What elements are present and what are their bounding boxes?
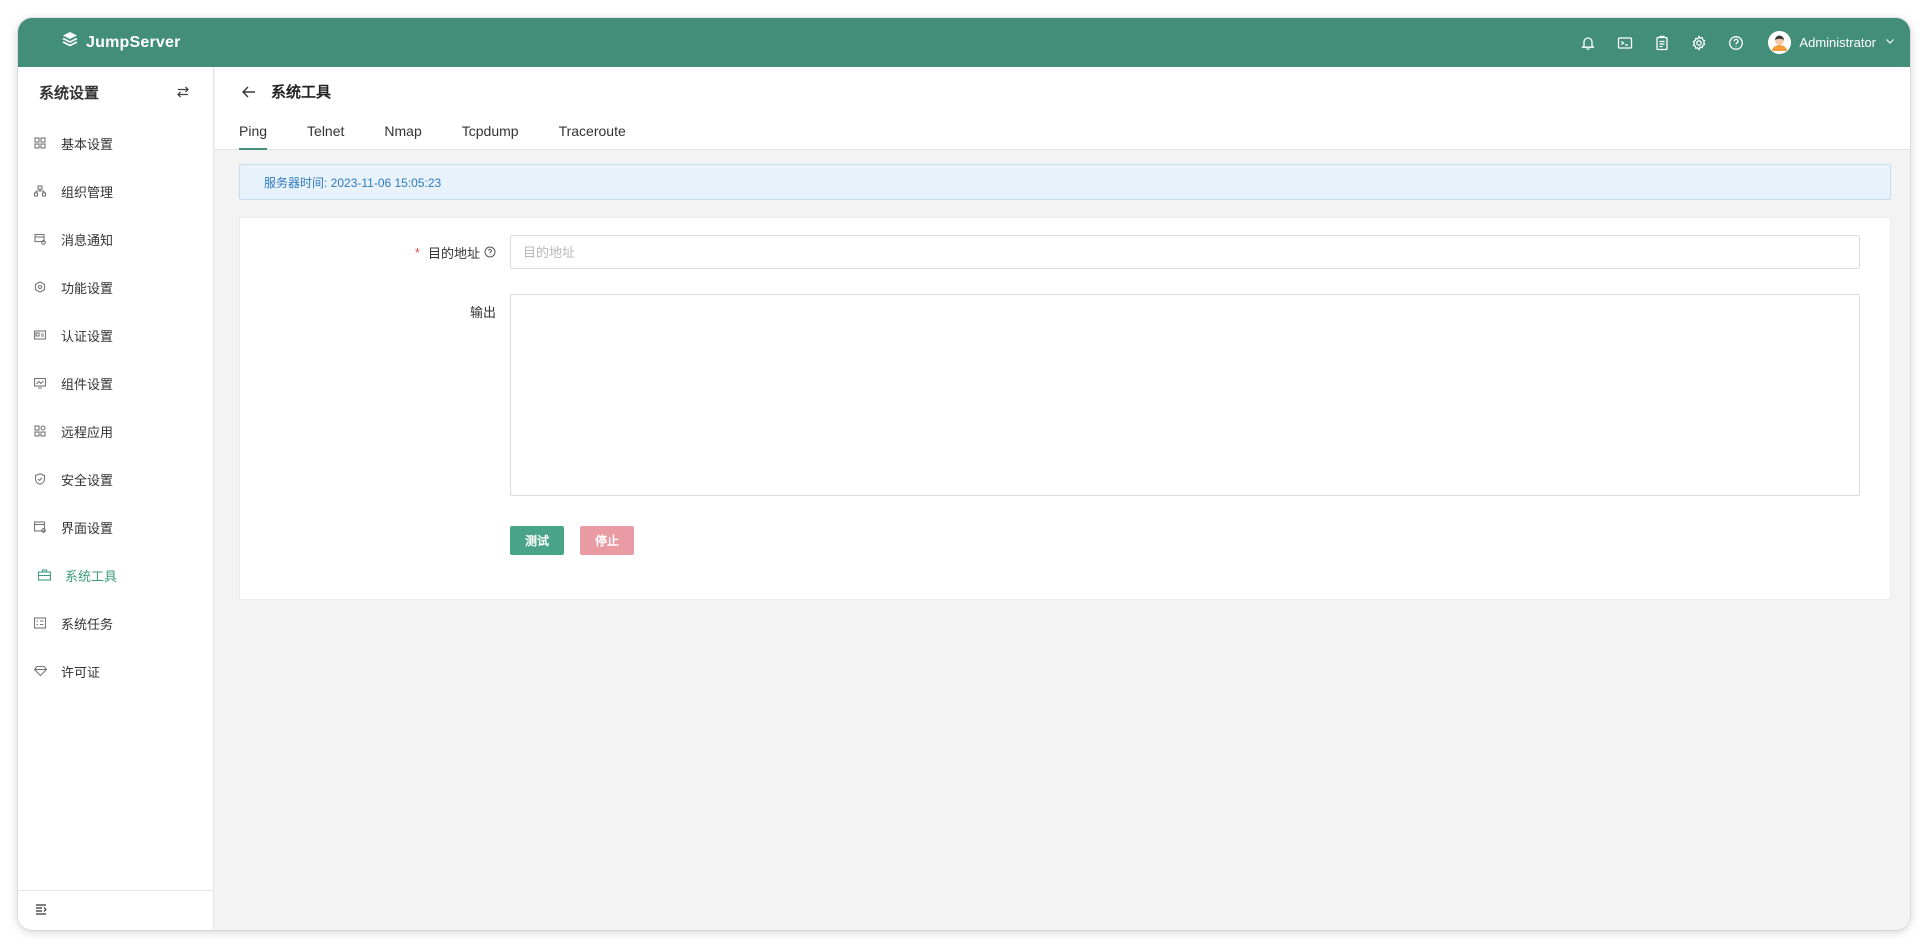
tasks-icon [33,616,47,630]
help-icon[interactable] [1717,18,1754,67]
top-actions: Administrator [1569,18,1896,67]
collapse-menu-icon[interactable] [35,902,47,920]
app-window: JumpServer Administrator 系统设置 基本设置 组织管理 … [18,18,1910,930]
sidebar-item-label: 认证设置 [61,328,114,344]
sidebar-item-label: 系统任务 [61,616,114,632]
shield-icon [33,472,47,486]
terminal-icon[interactable] [1606,18,1643,67]
monitor-icon [33,376,47,390]
sidebar-menu: 基本设置 组织管理 消息通知 功能设置 认证设置 组件设置 远程应用 安全设置 … [18,119,213,695]
sidebar-item-system-tools[interactable]: 系统工具 [18,551,213,599]
tool-tabs: Ping Telnet Nmap Tcpdump Traceroute [239,123,626,150]
dest-address-input[interactable] [510,235,1860,269]
output-label: 输出 [470,294,496,328]
logo-text: JumpServer [86,33,181,51]
dest-address-label: * 目的地址 [415,235,496,269]
org-tree-icon [33,184,47,198]
sidebar-item-label: 界面设置 [61,520,114,536]
logo[interactable]: JumpServer [60,18,181,67]
sidebar-item-label: 功能设置 [61,280,114,296]
sidebar-title: 系统设置 [39,84,100,102]
sidebar: 系统设置 基本设置 组织管理 消息通知 功能设置 认证设置 组件设置 远程应用 … [18,67,214,930]
back-arrow-icon[interactable] [239,83,257,101]
sidebar-item-label: 组织管理 [61,184,114,200]
diamond-icon [33,664,47,678]
sidebar-item-components[interactable]: 组件设置 [18,359,213,407]
dest-address-label-text: 目的地址 [427,245,480,261]
main-content: 系统工具 Ping Telnet Nmap Tcpdump Traceroute… [215,67,1910,930]
sidebar-item-label: 系统工具 [65,568,118,584]
toolbox-icon [37,568,51,582]
user-menu[interactable]: Administrator [1768,31,1896,54]
swap-icon[interactable] [173,82,193,102]
output-label-text: 输出 [469,304,496,320]
sidebar-item-label: 许可证 [61,664,101,680]
clipboard-icon[interactable] [1643,18,1680,67]
grid-icon [33,136,47,150]
page-title: 系统工具 [271,84,332,101]
tab-telnet[interactable]: Telnet [307,123,344,149]
sidebar-header: 系统设置 [18,67,213,117]
sidebar-item-label: 远程应用 [61,424,114,440]
window-icon [33,520,47,534]
stop-button[interactable]: 停止 [580,526,635,555]
tab-traceroute[interactable]: Traceroute [559,123,626,149]
avatar [1768,31,1792,54]
sidebar-item-label: 组件设置 [61,376,114,392]
top-bar: JumpServer Administrator [18,18,1910,67]
tab-nmap[interactable]: Nmap [384,123,421,149]
bell-icon[interactable] [1569,18,1606,67]
dest-address-row: * 目的地址 [240,235,1890,269]
output-textarea[interactable] [510,294,1860,496]
sidebar-item-license[interactable]: 许可证 [18,647,213,695]
sidebar-item-messages[interactable]: 消息通知 [18,215,213,263]
test-button[interactable]: 测试 [510,526,565,555]
tab-tcpdump[interactable]: Tcpdump [462,123,519,149]
output-row: 输出 [240,294,1890,496]
sidebar-item-remote-apps[interactable]: 远程应用 [18,407,213,455]
title-row: 系统工具 [239,81,331,102]
apps-icon [33,424,47,438]
chevron-down-icon [1884,34,1896,52]
sidebar-item-org[interactable]: 组织管理 [18,167,213,215]
gear-icon[interactable] [1680,18,1717,67]
sidebar-item-interface[interactable]: 界面设置 [18,503,213,551]
sidebar-item-label: 基本设置 [61,136,114,152]
sidebar-footer [18,890,213,930]
sidebar-item-features[interactable]: 功能设置 [18,263,213,311]
required-star: * [414,244,420,260]
sidebar-item-auth[interactable]: 认证设置 [18,311,213,359]
tab-ping[interactable]: Ping [239,123,268,150]
sidebar-item-label: 消息通知 [61,232,114,248]
server-time-alert: 服务器时间: 2023-11-06 15:05:23 [239,164,1891,200]
logo-icon [60,30,80,55]
user-name: Administrator [1799,35,1876,50]
ping-form: * 目的地址 输出 测试 [239,217,1891,600]
feature-icon [33,280,47,294]
id-card-icon [33,328,47,342]
question-circle-icon[interactable] [484,246,496,258]
sidebar-item-label: 安全设置 [61,472,114,488]
sidebar-item-system-tasks[interactable]: 系统任务 [18,599,213,647]
page-header: 系统工具 Ping Telnet Nmap Tcpdump Traceroute [215,67,1910,150]
sidebar-item-security[interactable]: 安全设置 [18,455,213,503]
sidebar-item-basic[interactable]: 基本设置 [18,119,213,167]
message-icon [33,232,47,246]
